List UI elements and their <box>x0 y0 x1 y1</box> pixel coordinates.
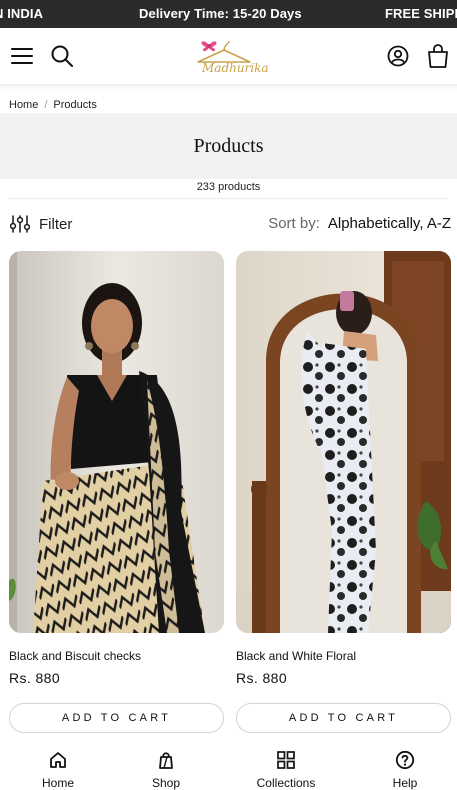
page-title: Products <box>193 135 264 157</box>
home-icon <box>50 752 66 768</box>
add-to-cart-button[interactable]: ADD TO CART <box>236 703 451 733</box>
product-count: 233 products <box>196 181 261 193</box>
search-icon[interactable] <box>48 42 76 70</box>
nav-collections-label: Collections <box>256 776 316 790</box>
breadcrumb-home-link[interactable]: Home <box>9 99 38 111</box>
breadcrumb-separator: / <box>44 99 48 111</box>
nav-shop[interactable]: Shop <box>126 750 206 790</box>
product-card[interactable]: Black and Biscuit checks Rs. 880 ADD TO … <box>9 251 224 733</box>
product-card[interactable]: Black and White Floral Rs. 880 ADD TO CA… <box>236 251 451 733</box>
nav-home-label: Home <box>41 776 74 790</box>
logo-wordmark: Madhurika <box>201 61 269 75</box>
announcement-text: FREE SHIPP <box>385 6 457 21</box>
product-price: Rs. 880 <box>236 670 288 686</box>
product-image[interactable] <box>9 251 224 633</box>
filter-button[interactable]: Filter <box>10 215 72 233</box>
filter-sliders-icon <box>10 215 30 233</box>
add-to-cart-button[interactable]: ADD TO CART <box>9 703 224 733</box>
breadcrumb: Home / Products <box>9 99 97 111</box>
announcement-text: N INDIA <box>0 6 44 21</box>
product-image[interactable] <box>236 251 451 633</box>
cart-icon[interactable] <box>424 41 452 71</box>
menu-icon[interactable] <box>8 42 36 70</box>
shop-bag-icon <box>159 752 173 769</box>
header-divider <box>0 84 457 90</box>
announcement-bar: N INDIA Delivery Time: 15-20 Days FREE S… <box>0 0 457 28</box>
grid-icon <box>277 751 295 769</box>
divider <box>9 198 448 199</box>
account-icon[interactable] <box>384 42 412 70</box>
collection-header: Products <box>0 113 457 179</box>
help-circle-icon <box>395 750 415 770</box>
product-title[interactable]: Black and Biscuit checks <box>9 649 141 663</box>
breadcrumb-current: Products <box>53 99 97 111</box>
product-title[interactable]: Black and White Floral <box>236 649 356 663</box>
site-header: Madhurika <box>0 28 457 84</box>
nav-help[interactable]: Help <box>365 750 445 790</box>
brand-logo[interactable]: Madhurika <box>188 32 272 80</box>
nav-help-label: Help <box>392 776 418 790</box>
announcement-text: Delivery Time: 15-20 Days <box>139 6 302 21</box>
sort-label: Sort by: <box>268 215 320 232</box>
nav-collections[interactable]: Collections <box>246 750 326 790</box>
sort-value[interactable]: Alphabetically, A-Z <box>328 215 451 232</box>
sort-select[interactable]: Sort by: Alphabetically, A-Z <box>268 215 451 232</box>
product-price: Rs. 880 <box>9 670 61 686</box>
filter-label: Filter <box>39 215 73 233</box>
nav-home[interactable]: Home <box>18 750 98 790</box>
nav-shop-label: Shop <box>151 776 181 790</box>
bottom-nav: Home Shop Collections Help <box>0 738 457 790</box>
